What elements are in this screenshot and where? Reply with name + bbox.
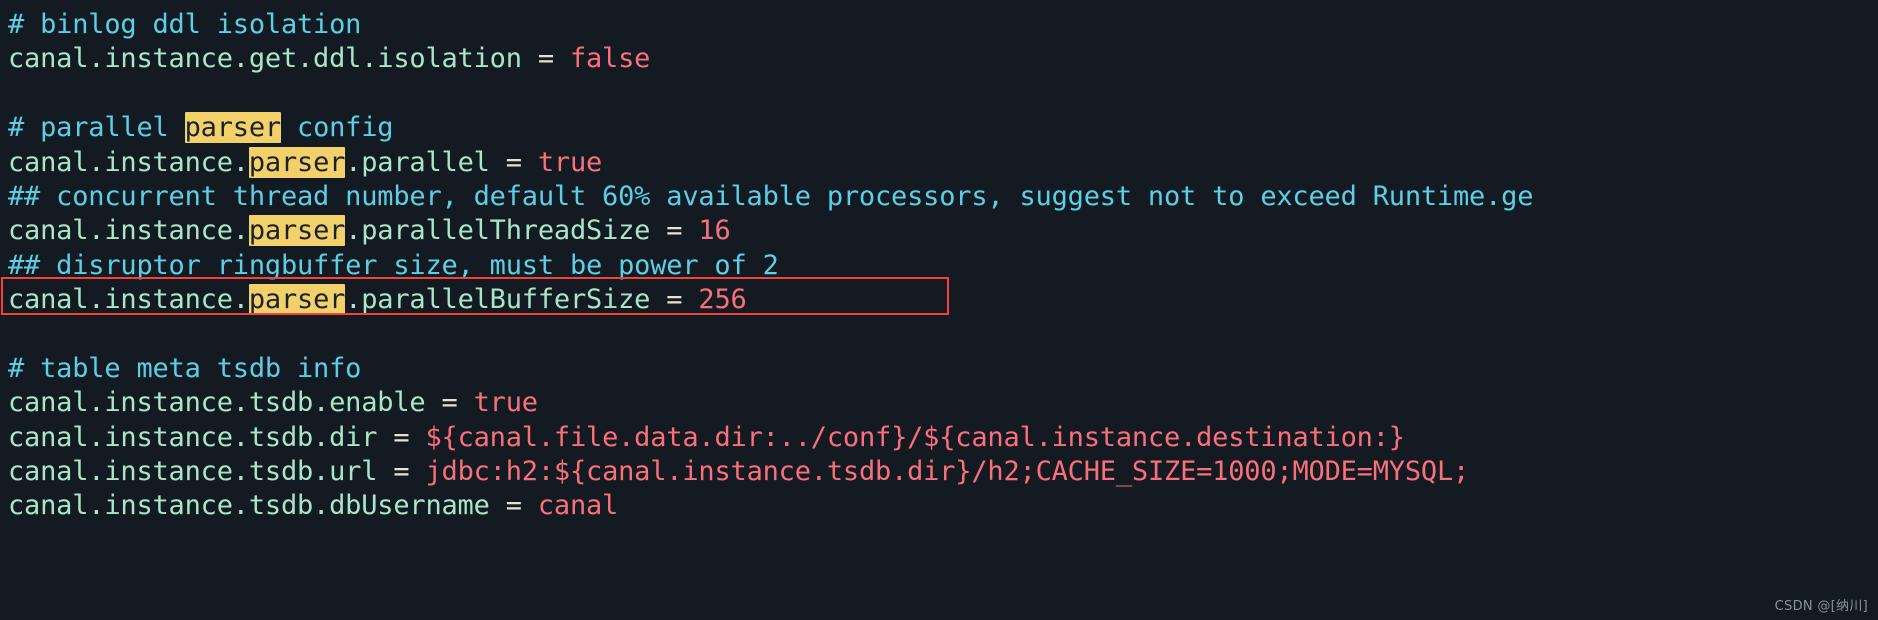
search-match-highlight: parser	[184, 112, 281, 144]
code-token-key: .parallel	[345, 146, 506, 178]
code-token-eq: =	[505, 146, 522, 178]
code-line[interactable]: canal.instance.parser.parallelThreadSize…	[8, 214, 1878, 248]
code-token-key: canal.instance.	[8, 284, 249, 316]
code-line[interactable]: ## concurrent thread number, default 60%…	[8, 180, 1878, 214]
code-token-val: canal	[521, 490, 619, 522]
code-token-eq: =	[537, 43, 554, 75]
code-token-comment: config	[280, 112, 394, 144]
code-token-val: 256	[682, 284, 747, 316]
code-token-key: canal.instance.tsdb.enable	[8, 387, 442, 419]
code-token-val: ${canal.file.data.dir:../conf}/${canal.i…	[409, 421, 1405, 453]
search-match-highlight: parser	[248, 215, 346, 247]
code-line[interactable]: # parallel parser config	[8, 111, 1878, 145]
code-line[interactable]: canal.instance.tsdb.url = jdbc:h2:${cana…	[8, 455, 1878, 489]
code-token-eq: =	[666, 284, 683, 316]
code-token-comment: # binlog ddl isolation	[8, 9, 362, 40]
code-token-eq: =	[505, 490, 522, 522]
code-token-val: 16	[682, 215, 731, 247]
code-line[interactable]	[8, 77, 1878, 111]
code-content[interactable]: # binlog ddl isolation canal.instance.get…	[8, 8, 1878, 524]
code-token-key: canal.instance.tsdb.dir	[8, 421, 394, 453]
code-line[interactable]: canal.instance.get.ddl.isolation = false	[8, 42, 1878, 76]
code-line[interactable]: ## disruptor ringbuffer size, must be po…	[8, 249, 1878, 283]
code-token-comment: # table meta tsdb info	[8, 352, 362, 384]
code-token-eq: =	[393, 421, 410, 453]
code-line[interactable]: canal.instance.tsdb.dbUsername = canal	[8, 489, 1878, 523]
code-token-comment: ## concurrent thread number, default 60%…	[8, 180, 1534, 212]
search-match-highlight: parser	[248, 284, 346, 316]
code-line[interactable]: canal.instance.tsdb.enable = true	[8, 386, 1878, 420]
code-token-key: .parallelBufferSize	[345, 284, 667, 316]
code-token-eq: =	[393, 456, 410, 488]
code-line[interactable]: canal.instance.parser.parallelBufferSize…	[8, 283, 1878, 317]
code-token-key: .parallelThreadSize	[345, 215, 667, 247]
code-editor-screenshot: # binlog ddl isolation canal.instance.get…	[0, 0, 1878, 620]
code-token-key: canal.instance.tsdb.dbUsername	[8, 490, 506, 522]
code-token-val: false	[553, 43, 651, 75]
code-line[interactable]: # binlog ddl isolation	[8, 8, 1878, 42]
code-token-eq: =	[666, 215, 683, 247]
code-line[interactable]: # table meta tsdb info	[8, 352, 1878, 386]
csdn-watermark: CSDN @[纳川]	[1774, 599, 1868, 614]
code-token-eq: =	[441, 387, 458, 419]
code-token-val: true	[457, 387, 538, 419]
code-token-key: canal.instance.get.ddl.isolation	[8, 43, 538, 75]
code-token-key: canal.instance.	[8, 215, 249, 247]
code-line[interactable]: canal.instance.tsdb.dir = ${canal.file.d…	[8, 421, 1878, 455]
code-token-comment: ## disruptor ringbuffer size, must be po…	[8, 249, 779, 281]
code-token-key: canal.instance.	[8, 146, 249, 178]
code-token-comment: # parallel	[8, 112, 185, 144]
code-token-val: jdbc:h2:${canal.instance.tsdb.dir}/h2;CA…	[409, 456, 1470, 488]
search-match-highlight: parser	[248, 146, 346, 178]
code-token-key: canal.instance.tsdb.url	[8, 456, 394, 488]
code-line[interactable]	[8, 318, 1878, 352]
code-line[interactable]: canal.instance.parser.parallel = true	[8, 146, 1878, 180]
code-token-val: true	[521, 146, 603, 178]
